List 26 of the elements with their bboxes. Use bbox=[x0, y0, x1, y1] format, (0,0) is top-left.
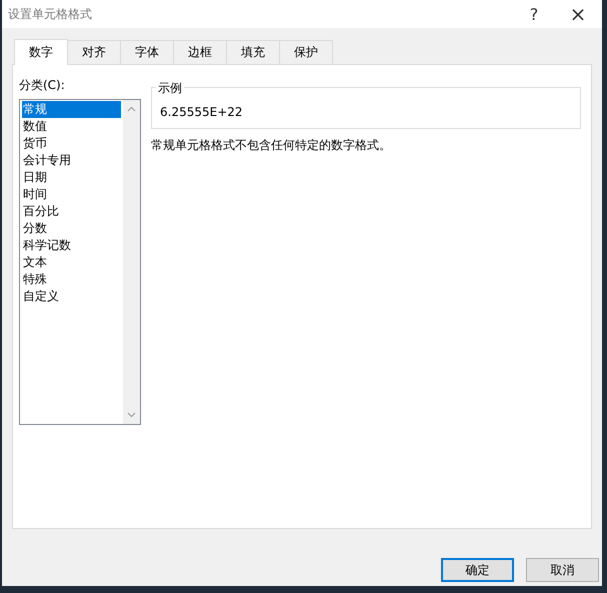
list-item[interactable]: 日期 bbox=[22, 169, 121, 186]
list-item[interactable]: 特殊 bbox=[22, 271, 121, 288]
tab[interactable]: 保护 bbox=[279, 40, 333, 64]
dialog-button[interactable]: 确定 bbox=[441, 558, 514, 582]
scrollbar[interactable] bbox=[123, 100, 140, 424]
window-title: 设置单元格格式 bbox=[8, 6, 93, 22]
list-item[interactable]: 科学记数 bbox=[22, 237, 121, 254]
dialog-button[interactable]: 取消 bbox=[526, 558, 599, 582]
list-item[interactable]: 会计专用 bbox=[22, 152, 121, 169]
category-label: 分类(C): bbox=[19, 77, 66, 94]
list-item[interactable]: 数值 bbox=[22, 118, 121, 135]
list-item[interactable]: 文本 bbox=[22, 254, 121, 271]
sample-label: 示例 bbox=[156, 80, 184, 97]
list-item[interactable]: 自定义 bbox=[22, 288, 121, 305]
sample-value: 6.25555E+22 bbox=[160, 105, 243, 119]
scroll-down-icon[interactable] bbox=[127, 412, 136, 418]
help-button[interactable]: ? bbox=[512, 0, 556, 28]
close-button[interactable]: × bbox=[556, 0, 600, 28]
scroll-up-icon[interactable] bbox=[127, 106, 136, 112]
list-item[interactable]: 分数 bbox=[22, 220, 121, 237]
list-item[interactable]: 货币 bbox=[22, 135, 121, 152]
list-item[interactable]: 百分比 bbox=[22, 203, 121, 220]
tab[interactable]: 数字 bbox=[14, 39, 68, 65]
description-text: 常规单元格格式不包含任何特定的数字格式。 bbox=[151, 137, 392, 154]
list-item[interactable]: 时间 bbox=[22, 186, 121, 203]
list-item[interactable]: 常规 bbox=[22, 101, 121, 118]
